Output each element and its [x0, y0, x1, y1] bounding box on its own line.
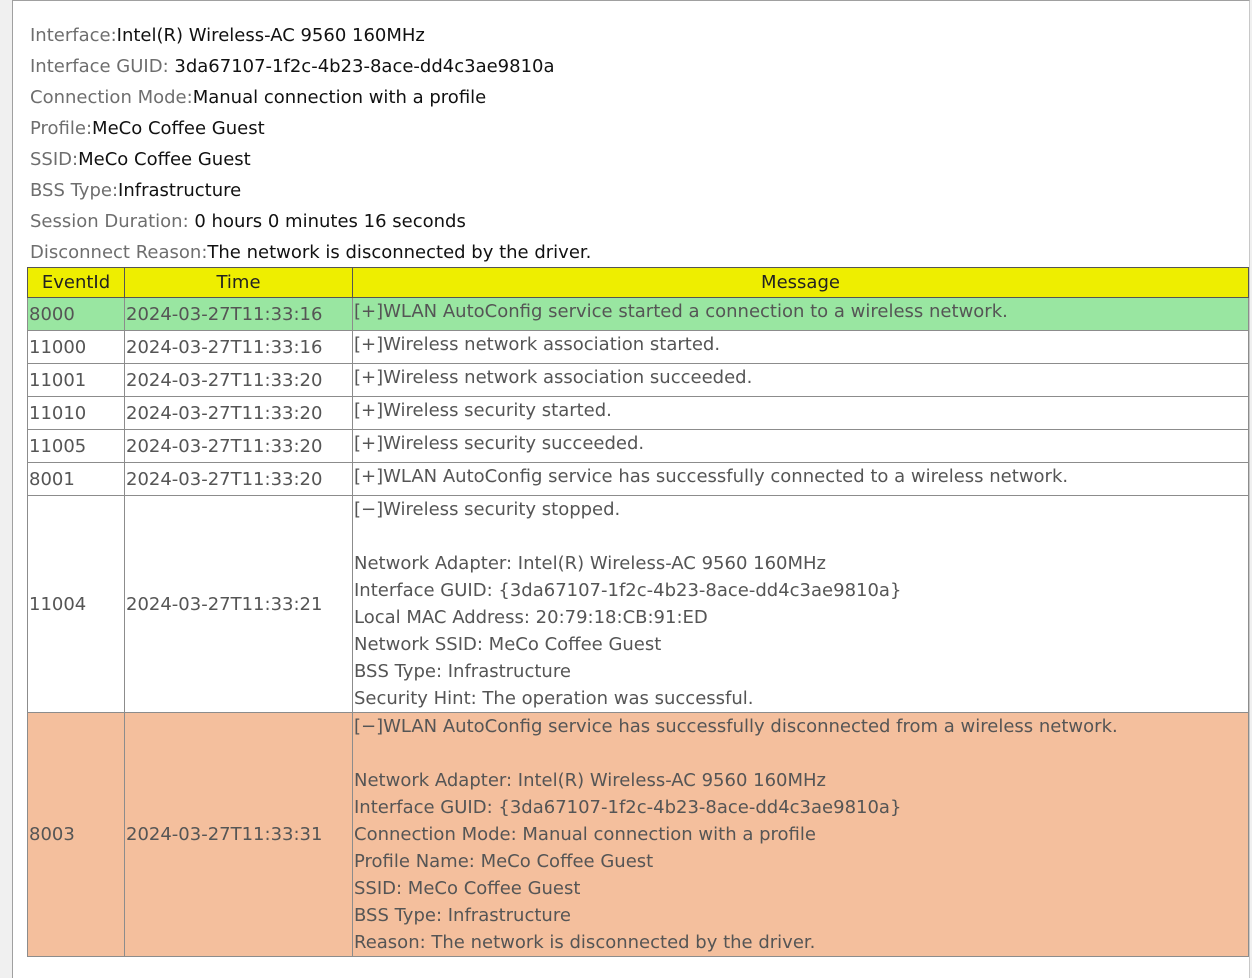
message-line: [+]Wireless network association started.: [354, 334, 721, 355]
event-message-cell: [+]Wireless security succeeded.: [352, 429, 1249, 463]
event-message-cell: [−]Wireless security stopped. Network Ad…: [352, 495, 1249, 713]
event-time-cell: 2024-03-27T11:33:16: [124, 330, 353, 364]
table-row: 11005 2024-03-27T11:33:20 [+]Wireless se…: [27, 429, 1249, 463]
header-time: Time: [124, 267, 353, 298]
event-id-cell: 11000: [27, 330, 125, 364]
message-line: Local MAC Address: 20:79:18:CB:91:ED: [354, 607, 708, 628]
profile-value: MeCo Coffee Guest: [92, 118, 265, 139]
message-line: Profile Name: MeCo Coffee Guest: [354, 851, 654, 872]
summary-ssid: SSID:MeCo Coffee Guest: [30, 144, 591, 175]
event-message-cell: [+]Wireless network association started.: [352, 330, 1249, 364]
event-message-cell: [−]WLAN AutoConfig service has successfu…: [352, 712, 1249, 957]
table-row: 8003 2024-03-27T11:33:31 [−]WLAN AutoCon…: [27, 712, 1249, 957]
message-line: Reason: The network is disconnected by t…: [354, 932, 816, 953]
event-id-cell: 11005: [27, 429, 125, 463]
table-row: 11010 2024-03-27T11:33:20 [+]Wireless se…: [27, 396, 1249, 430]
message-line: Network SSID: MeCo Coffee Guest: [354, 634, 662, 655]
guid-label: Interface GUID:: [30, 56, 175, 77]
summary-profile: Profile:MeCo Coffee Guest: [30, 113, 591, 144]
message-line: [+]Wireless security succeeded.: [354, 433, 645, 454]
connection-mode-value: Manual connection with a profile: [192, 87, 487, 108]
event-id-cell: 11010: [27, 396, 125, 430]
session-summary: Interface:Intel(R) Wireless-AC 9560 160M…: [30, 20, 591, 268]
report-panel: Interface:Intel(R) Wireless-AC 9560 160M…: [12, 0, 1250, 978]
message-line: [+]WLAN AutoConfig service started a con…: [354, 301, 1008, 322]
message-line: [+]WLAN AutoConfig service has successfu…: [354, 466, 1069, 487]
table-row: 11000 2024-03-27T11:33:16 [+]Wireless ne…: [27, 330, 1249, 364]
summary-interface: Interface:Intel(R) Wireless-AC 9560 160M…: [30, 20, 591, 51]
event-message-cell: [+]WLAN AutoConfig service started a con…: [352, 297, 1249, 331]
interface-value: Intel(R) Wireless-AC 9560 160MHz: [116, 25, 425, 46]
connection-mode-label: Connection Mode:: [30, 87, 193, 108]
message-line: SSID: MeCo Coffee Guest: [354, 878, 581, 899]
event-time-cell: 2024-03-27T11:33:20: [124, 429, 353, 463]
message-line: [−]WLAN AutoConfig service has successfu…: [354, 716, 1118, 737]
event-time-cell: 2024-03-27T11:33:20: [124, 462, 353, 496]
event-time-cell: 2024-03-27T11:33:31: [124, 712, 353, 957]
summary-bss-type: BSS Type:Infrastructure: [30, 175, 591, 206]
message-line: Network Adapter: Intel(R) Wireless-AC 95…: [354, 553, 826, 574]
header-eventid: EventId: [27, 267, 125, 298]
event-message-cell: [+]Wireless network association succeede…: [352, 363, 1249, 397]
event-time-cell: 2024-03-27T11:33:21: [124, 495, 353, 713]
table-row: 8001 2024-03-27T11:33:20 [+]WLAN AutoCon…: [27, 462, 1249, 496]
disconnect-reason-label: Disconnect Reason:: [30, 242, 208, 263]
event-id-cell: 8000: [27, 297, 125, 331]
message-line: [354, 740, 1248, 767]
message-line: Interface GUID: {3da67107-1f2c-4b23-8ace…: [354, 580, 902, 601]
message-line: [+]Wireless security started.: [354, 400, 612, 421]
message-line: Security Hint: The operation was success…: [354, 688, 754, 709]
summary-session-duration: Session Duration: 0 hours 0 minutes 16 s…: [30, 206, 591, 237]
ssid-label: SSID:: [30, 149, 79, 170]
event-message-cell: [+]Wireless security started.: [352, 396, 1249, 430]
message-line: [354, 523, 1248, 550]
event-time-cell: 2024-03-27T11:33:20: [124, 396, 353, 430]
message-line: Connection Mode: Manual connection with …: [354, 824, 816, 845]
summary-disconnect-reason: Disconnect Reason:The network is disconn…: [30, 237, 591, 268]
summary-connection-mode: Connection Mode:Manual connection with a…: [30, 82, 591, 113]
event-time-cell: 2024-03-27T11:33:20: [124, 363, 353, 397]
interface-label: Interface:: [30, 25, 117, 46]
message-line: BSS Type: Infrastructure: [354, 905, 571, 926]
event-id-cell: 11004: [27, 495, 125, 713]
bss-type-value: Infrastructure: [118, 180, 242, 201]
guid-value: 3da67107-1f2c-4b23-8ace-dd4c3ae9810a: [174, 56, 555, 77]
session-duration-label: Session Duration:: [30, 211, 195, 232]
event-message-cell: [+]WLAN AutoConfig service has successfu…: [352, 462, 1249, 496]
header-message: Message: [352, 267, 1249, 298]
event-id-cell: 11001: [27, 363, 125, 397]
message-line: Network Adapter: Intel(R) Wireless-AC 95…: [354, 770, 826, 791]
bss-type-label: BSS Type:: [30, 180, 119, 201]
message-line: [+]Wireless network association succeede…: [354, 367, 753, 388]
session-duration-value: 0 hours 0 minutes 16 seconds: [194, 211, 466, 232]
events-header-row: EventId Time Message: [27, 267, 1249, 298]
ssid-value: MeCo Coffee Guest: [78, 149, 251, 170]
summary-guid: Interface GUID: 3da67107-1f2c-4b23-8ace-…: [30, 51, 591, 82]
event-time-cell: 2024-03-27T11:33:16: [124, 297, 353, 331]
profile-label: Profile:: [30, 118, 93, 139]
message-line: [−]Wireless security stopped.: [354, 499, 621, 520]
event-id-cell: 8001: [27, 462, 125, 496]
table-row: 11001 2024-03-27T11:33:20 [+]Wireless ne…: [27, 363, 1249, 397]
table-row: 11004 2024-03-27T11:33:21 [−]Wireless se…: [27, 495, 1249, 713]
event-id-cell: 8003: [27, 712, 125, 957]
message-line: Interface GUID: {3da67107-1f2c-4b23-8ace…: [354, 797, 902, 818]
table-row: 8000 2024-03-27T11:33:16 [+]WLAN AutoCon…: [27, 297, 1249, 331]
message-line: BSS Type: Infrastructure: [354, 661, 571, 682]
disconnect-reason-value: The network is disconnected by the drive…: [207, 242, 592, 263]
events-table: EventId Time Message 8000 2024-03-27T11:…: [27, 267, 1249, 957]
